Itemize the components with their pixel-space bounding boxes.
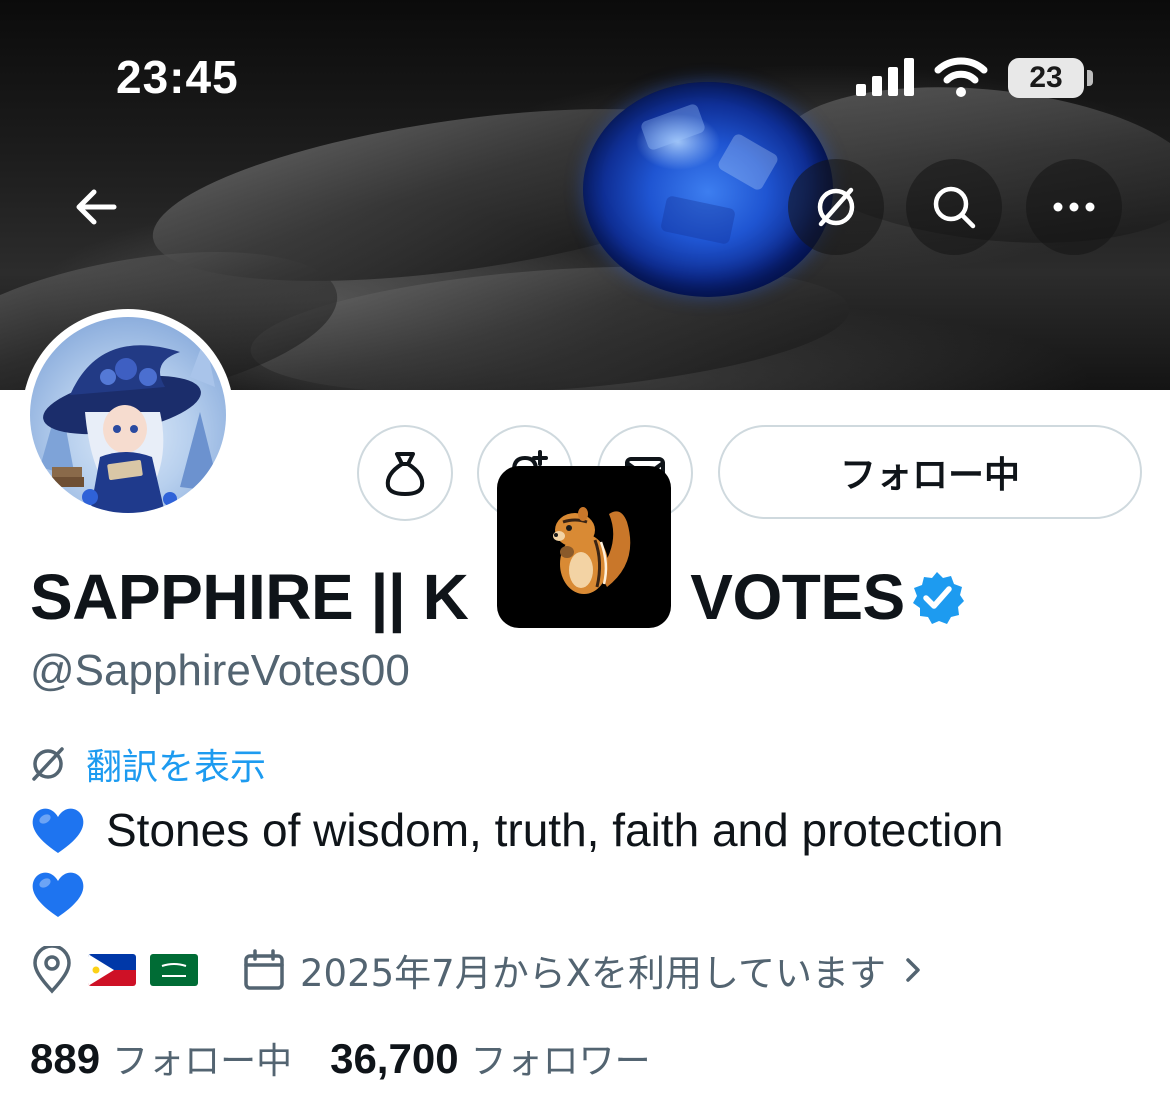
- back-button[interactable]: [48, 159, 144, 255]
- blue-heart-icon: [32, 808, 84, 853]
- search-button[interactable]: [906, 159, 1002, 255]
- more-options-button[interactable]: [1026, 159, 1122, 255]
- calendar-icon: [244, 949, 284, 990]
- following-label: フォロー中: [112, 1041, 293, 1082]
- followers-stat[interactable]: 36,700 フォロワー: [330, 1032, 650, 1084]
- following-button[interactable]: フォロー中: [718, 425, 1142, 519]
- avatar-witch-illustration: [40, 337, 220, 513]
- following-stat[interactable]: 889 フォロー中: [30, 1032, 292, 1084]
- tip-button[interactable]: [357, 425, 453, 521]
- chevron-right-icon[interactable]: [898, 950, 928, 990]
- profile-display-name: SAPPHIRE || K VOTES: [30, 560, 905, 634]
- status-time: 23:45: [116, 51, 239, 103]
- blue-heart-icon: [32, 872, 84, 917]
- translate-button[interactable]: [788, 159, 884, 255]
- profile-bio: Stones of wisdom, truth, faith and prote…: [30, 798, 1140, 926]
- display-name-head: SAPPHIRE || K: [30, 561, 469, 633]
- saudi-arabia-flag-icon: [150, 954, 198, 986]
- translate-icon: [817, 187, 855, 227]
- battery-icon: 23: [1008, 58, 1084, 98]
- followers-label: フォロワー: [470, 1041, 651, 1082]
- arrow-left-icon: [76, 189, 117, 225]
- joined-date: 2025年7月からXを利用しています: [300, 952, 886, 995]
- philippines-flag-icon: [88, 954, 136, 986]
- avatar-image: [30, 317, 226, 513]
- search-icon: [933, 186, 976, 229]
- more-horizontal-icon: [1053, 202, 1095, 212]
- followers-count: 36,700: [330, 1035, 459, 1082]
- location-pin-icon: [33, 946, 71, 994]
- money-bag-icon: [385, 452, 425, 496]
- profile-stats: 889 フォロー中 36,700 フォロワー: [30, 1032, 651, 1084]
- profile-avatar[interactable]: [22, 309, 234, 521]
- verified-badge-icon[interactable]: [910, 570, 964, 624]
- profile-handle: @SapphireVotes00: [30, 646, 410, 695]
- wifi-icon: [934, 57, 988, 97]
- chipmunk-sticker: [497, 466, 671, 628]
- chipmunk-icon: [553, 507, 631, 594]
- following-count: 889: [30, 1035, 101, 1082]
- battery-tip: [1087, 70, 1093, 86]
- translate-bio-link[interactable]: 翻訳を表示: [28, 738, 266, 790]
- translate-icon: [32, 747, 64, 781]
- cellular-signal-icon: [856, 58, 916, 96]
- display-name-tail: VOTES: [690, 561, 905, 633]
- profile-meta: 2025年7月からXを利用しています: [30, 940, 928, 1000]
- translate-label: 翻訳を表示: [86, 747, 267, 788]
- bio-text: Stones of wisdom, truth, faith and prote…: [106, 804, 1004, 856]
